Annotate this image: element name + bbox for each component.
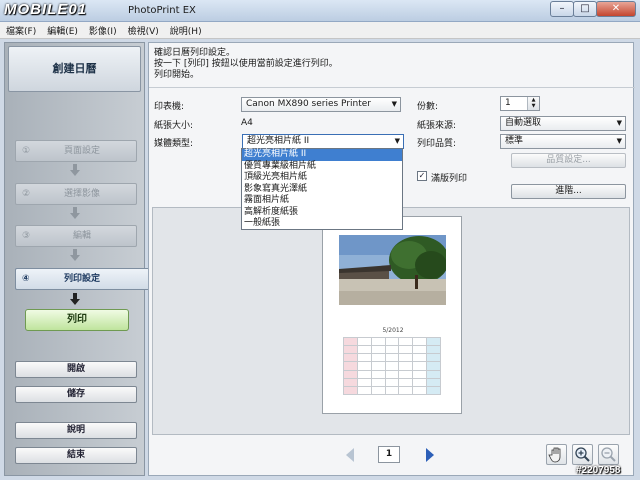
spin-up-down-icon[interactable]: ▲ ▼ — [527, 97, 539, 110]
print-quality-label: 列印品質: — [417, 139, 457, 149]
zoom-in-icon — [575, 447, 590, 462]
menu-bar: 檔案(F) 編輯(E) 影像(I) 檢視(V) 說明(H) — [0, 22, 640, 39]
close-button[interactable]: ✕ — [596, 1, 636, 17]
step-number: ③ — [22, 231, 31, 241]
step-label: 選擇影像 — [63, 189, 100, 199]
step-number: ① — [22, 146, 31, 156]
menu-image[interactable]: 影像(I) — [89, 24, 117, 37]
previous-page-button[interactable] — [341, 445, 361, 465]
media-type-label: 媒體類型: — [154, 139, 194, 149]
window-title: PhotoPrint EX — [128, 5, 196, 16]
media-type-option[interactable]: 優質專業級相片紙 — [242, 161, 402, 173]
media-type-option[interactable]: 影象寫真光澤紙 — [242, 184, 402, 196]
media-type-option[interactable]: 高解析度紙張 — [242, 207, 402, 219]
pager: 1 — [149, 441, 635, 471]
step-number: ④ — [22, 274, 30, 284]
step-label: 列印設定 — [63, 274, 100, 284]
chevron-down-icon: ▼ — [616, 119, 622, 127]
mobile01-logo: MOBILE01 — [4, 1, 88, 18]
instructions: 確認日曆列印設定。 按一下 [列印] 按鈕以使用當前設定進行列印。 列印開始。 — [154, 48, 338, 81]
step-edit[interactable]: ③ 編輯 — [15, 225, 137, 247]
page-preview: 5/2012 — [322, 216, 462, 414]
copies-stepper[interactable]: 1 ▲ ▼ — [500, 96, 540, 111]
borderless-label: 滿版列印 — [431, 174, 468, 184]
exit-button[interactable]: 結束 — [15, 447, 137, 464]
title-bar: MOBILE01 PhotoPrint EX – □ ✕ — [0, 0, 640, 22]
hand-tool-button[interactable] — [546, 444, 567, 465]
paper-source-label: 紙張來源: — [417, 121, 457, 131]
preview-area: 5/2012 — [152, 207, 630, 435]
calendar-photo — [339, 235, 446, 305]
media-type-option[interactable]: 頂級光亮相片紙 — [242, 172, 402, 184]
down-arrow-icon — [69, 249, 81, 261]
minimize-button[interactable]: – — [550, 1, 574, 17]
quality-settings-button[interactable]: 品質設定... — [511, 153, 626, 168]
main-panel: 確認日曆列印設定。 按一下 [列印] 按鈕以使用當前設定進行列印。 列印開始。 … — [148, 42, 635, 476]
step-page-setup[interactable]: ① 頁面設定 — [15, 140, 137, 162]
calendar-month-title: 5/2012 — [382, 327, 404, 334]
calendar-grid — [343, 336, 441, 396]
zoom-in-button[interactable] — [572, 444, 593, 465]
next-page-button[interactable] — [419, 445, 439, 465]
zoom-out-button[interactable] — [598, 444, 619, 465]
media-type-option[interactable]: 一般紙張 — [242, 218, 402, 230]
hand-icon — [548, 447, 561, 463]
menu-help[interactable]: 說明(H) — [170, 24, 202, 37]
media-type-option[interactable]: 超光亮相片紙 II — [242, 149, 402, 161]
printer-label: 印表機: — [154, 102, 185, 112]
down-arrow-icon — [69, 207, 81, 219]
print-button[interactable]: 列印 — [25, 309, 129, 331]
down-arrow-icon — [69, 293, 81, 305]
step-print-settings[interactable]: ④ 列印設定 — [15, 268, 151, 290]
menu-file[interactable]: 檔案(F) — [6, 24, 36, 37]
paper-source-value: 自動選取 — [505, 118, 542, 128]
temple-photo-image — [339, 235, 446, 305]
printer-select[interactable]: Canon MX890 series Printer ▼ — [241, 97, 401, 112]
paper-size-value: A4 — [241, 118, 253, 128]
chevron-down-icon: ▼ — [391, 100, 397, 108]
save-button[interactable]: 儲存 — [15, 386, 137, 403]
page-number: 1 — [378, 446, 400, 463]
zoom-out-icon — [601, 447, 616, 462]
chevron-down-icon: ▼ — [616, 137, 622, 145]
watermark: #2207958 — [576, 465, 621, 476]
sidebar-header: 創建日曆 — [8, 46, 141, 92]
printer-value: Canon MX890 series Printer — [246, 99, 371, 109]
advanced-button[interactable]: 進階... — [511, 184, 626, 199]
step-label: 編輯 — [72, 231, 91, 241]
paper-size-label: 紙張大小: — [154, 121, 194, 131]
step-number: ② — [22, 189, 31, 199]
step-label: 頁面設定 — [63, 146, 100, 156]
media-type-select[interactable]: 超光亮相片紙 II ▼ — [242, 134, 404, 149]
paper-source-select[interactable]: 自動選取 ▼ — [500, 116, 626, 131]
menu-edit[interactable]: 編輯(E) — [47, 24, 78, 37]
print-quality-select[interactable]: 標準 ▼ — [500, 134, 626, 149]
copies-value: 1 — [505, 98, 511, 108]
down-arrow-icon — [69, 164, 81, 176]
media-type-value: 超光亮相片紙 II — [247, 136, 310, 146]
help-button[interactable]: 說明 — [15, 422, 137, 439]
open-button[interactable]: 開啟 — [15, 361, 137, 378]
copies-label: 份數: — [417, 102, 439, 112]
sidebar: 創建日曆 ① 頁面設定 ② 選擇影像 ③ 編輯 ④ 列印設定 列印 開啟 儲存 … — [4, 42, 151, 476]
instruction-line: 按一下 [列印] 按鈕以使用當前設定進行列印。 — [154, 59, 338, 69]
chevron-down-icon: ▼ — [394, 137, 400, 145]
step-select-image[interactable]: ② 選擇影像 — [15, 183, 137, 205]
maximize-button[interactable]: □ — [573, 1, 597, 17]
print-quality-value: 標準 — [505, 136, 524, 146]
arrow-left-icon — [346, 448, 354, 462]
media-type-dropdown-list: 超光亮相片紙 II 優質專業級相片紙 頂級光亮相片紙 影象寫真光澤紙 霧面相片紙… — [241, 148, 403, 230]
menu-view[interactable]: 檢視(V) — [128, 24, 159, 37]
instruction-line: 確認日曆列印設定。 — [154, 48, 236, 58]
arrow-right-icon — [426, 448, 434, 462]
media-type-option[interactable]: 霧面相片紙 — [242, 195, 402, 207]
borderless-checkbox[interactable]: ✓ — [417, 171, 427, 181]
divider — [149, 87, 635, 88]
instruction-line: 列印開始。 — [154, 70, 200, 80]
